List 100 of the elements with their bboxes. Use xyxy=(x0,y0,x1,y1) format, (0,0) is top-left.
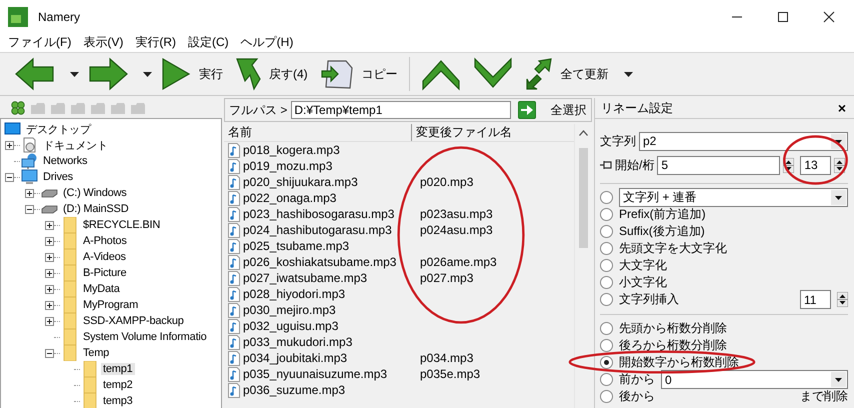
dropdown-caret-icon[interactable] xyxy=(831,372,846,387)
scroll-up-icon[interactable] xyxy=(579,130,588,136)
file-name[interactable]: p035_nyuunaisuzume.mp3 xyxy=(243,367,388,381)
file-name[interactable]: p018_kogera.mp3 xyxy=(243,143,340,157)
collapse-icon[interactable] xyxy=(45,348,54,358)
tree-item[interactable]: temp1 xyxy=(101,363,135,375)
select-all-button[interactable]: 全選択 xyxy=(546,100,590,120)
dropdown-field[interactable]: 0 xyxy=(661,370,848,389)
close-button[interactable]: × xyxy=(836,101,848,115)
dropdown-caret-icon[interactable] xyxy=(831,190,846,205)
file-name[interactable]: p033_mukudori.mp3 xyxy=(243,335,352,349)
number-field[interactable]: 5 xyxy=(657,156,780,174)
file-name[interactable]: p032_uguisu.mp3 xyxy=(243,319,338,333)
dropdown-field[interactable]: 文字列 + 連番 xyxy=(619,188,848,207)
radio-button[interactable] xyxy=(600,322,613,335)
tree-item[interactable]: System Volume Informatio xyxy=(81,331,209,343)
dropdown-caret-icon[interactable] xyxy=(70,72,79,76)
tree-item[interactable]: ドキュメント xyxy=(41,138,110,152)
tree-item[interactable]: Networks xyxy=(41,155,90,167)
close-icon[interactable] xyxy=(823,10,835,22)
tree-item[interactable]: SSD-XAMPP-backup xyxy=(81,315,186,327)
spin-button[interactable] xyxy=(837,292,848,307)
file-name[interactable]: p022_onaga.mp3 xyxy=(243,191,336,205)
file-name[interactable]: p036_suzume.mp3 xyxy=(243,383,346,397)
option-label[interactable]: 先頭文字を大文字化 xyxy=(619,240,727,257)
file-name[interactable]: p020_shijuukara.mp3 xyxy=(243,175,358,189)
column-header[interactable]: 変更後ファイル名 xyxy=(412,124,566,141)
maximize-icon[interactable] xyxy=(777,10,789,22)
radio-button[interactable] xyxy=(600,390,613,403)
file-name[interactable]: p027_iwatsubame.mp3 xyxy=(243,271,368,285)
radio-button[interactable] xyxy=(600,225,613,238)
option-label[interactable]: 後から xyxy=(619,388,794,405)
option-label[interactable]: 前から xyxy=(619,371,655,388)
radio-button[interactable] xyxy=(600,276,613,289)
file-name[interactable]: p026_koshiakatsubame.mp3 xyxy=(243,255,396,269)
go-button[interactable] xyxy=(518,101,536,119)
tree-item[interactable]: $RECYCLE.BIN xyxy=(81,219,162,231)
undo-button[interactable]: 戻す(4) xyxy=(232,55,311,93)
option-label[interactable]: 小文字化 xyxy=(619,274,667,291)
radio-button[interactable] xyxy=(600,356,613,369)
tree-item[interactable]: Temp xyxy=(81,347,112,359)
expand-icon[interactable] xyxy=(45,252,54,262)
path-field[interactable]: D:¥Temp¥temp1 xyxy=(291,101,512,119)
refresh-button[interactable]: 全て更新 xyxy=(522,55,612,93)
run-button[interactable]: 実行 xyxy=(158,55,226,93)
radio-button[interactable] xyxy=(600,191,613,204)
spin-button[interactable] xyxy=(834,158,846,172)
option-label[interactable]: 文字列挿入 xyxy=(619,291,794,308)
option-label[interactable]: 後ろから桁数分削除 xyxy=(619,337,727,354)
dropdown-field[interactable]: p2 xyxy=(639,132,848,150)
tree-item[interactable]: A-Photos xyxy=(81,235,129,247)
scroll-thumb[interactable] xyxy=(579,148,588,248)
option-label[interactable]: 先頭から桁数分削除 xyxy=(619,320,727,337)
file-name[interactable]: p030_mejiro.mp3 xyxy=(243,303,336,317)
file-name[interactable]: p028_hiyodori.mp3 xyxy=(243,287,346,301)
menu-item[interactable]: ファイル(F) xyxy=(2,34,78,51)
file-name[interactable]: p034_joubitaki.mp3 xyxy=(243,351,348,365)
menu-item[interactable]: 表示(V) xyxy=(77,34,130,51)
dropdown-caret-icon[interactable] xyxy=(143,72,152,76)
number-field[interactable]: 13 xyxy=(800,156,832,174)
tree-item[interactable]: (C:) Windows xyxy=(61,187,129,199)
expand-icon[interactable] xyxy=(45,284,54,294)
tree-item[interactable]: temp3 xyxy=(101,395,135,407)
expand-icon[interactable] xyxy=(45,316,54,326)
tree-item[interactable]: デスクトップ xyxy=(24,122,93,136)
menu-item[interactable]: 実行(R) xyxy=(129,34,182,51)
collapse-icon[interactable] xyxy=(25,204,34,214)
expand-icon[interactable] xyxy=(45,300,54,310)
file-name[interactable]: p019_mozu.mp3 xyxy=(243,159,332,173)
radio-button[interactable] xyxy=(600,293,613,306)
collapse-icon[interactable] xyxy=(5,172,14,182)
expand-icon[interactable] xyxy=(45,220,54,230)
tree-item[interactable]: A-Videos xyxy=(81,251,128,263)
option-label[interactable]: Suffix(後方追加) xyxy=(619,223,705,240)
expand-icon[interactable] xyxy=(45,268,54,278)
radio-button[interactable] xyxy=(600,208,613,221)
expand-icon[interactable] xyxy=(5,140,14,150)
expand-icon[interactable] xyxy=(25,188,34,198)
menu-item[interactable]: 設定(C) xyxy=(182,34,235,51)
tree-item[interactable]: temp2 xyxy=(101,379,135,391)
tree-item[interactable]: (D:) MainSSD xyxy=(61,203,130,215)
tree-item[interactable]: MyProgram xyxy=(81,299,140,311)
tree-item[interactable]: MyData xyxy=(81,283,122,295)
column-header[interactable]: 名前 xyxy=(224,124,412,141)
radio-button[interactable] xyxy=(600,242,613,255)
dropdown-caret-icon[interactable] xyxy=(624,72,633,76)
menu-item[interactable]: ヘルプ(H) xyxy=(234,34,300,51)
file-name[interactable]: p025_tsubame.mp3 xyxy=(243,239,350,253)
number-field[interactable]: 11 xyxy=(800,290,831,309)
option-label[interactable]: Prefix(前方追加) xyxy=(619,206,706,223)
file-name[interactable]: p024_hashibutogarasu.mp3 xyxy=(243,223,392,237)
copy-button[interactable]: コピー xyxy=(316,56,401,92)
file-name[interactable]: p023_hashibosogarasu.mp3 xyxy=(243,207,394,221)
tree-item[interactable]: Drives xyxy=(41,171,75,183)
radio-button[interactable] xyxy=(600,373,613,386)
radio-button[interactable] xyxy=(600,259,613,272)
clover-icon[interactable] xyxy=(10,100,26,116)
radio-button[interactable] xyxy=(600,339,613,352)
tree-item[interactable]: B-Picture xyxy=(81,267,128,279)
option-label[interactable]: 大文字化 xyxy=(619,257,667,274)
